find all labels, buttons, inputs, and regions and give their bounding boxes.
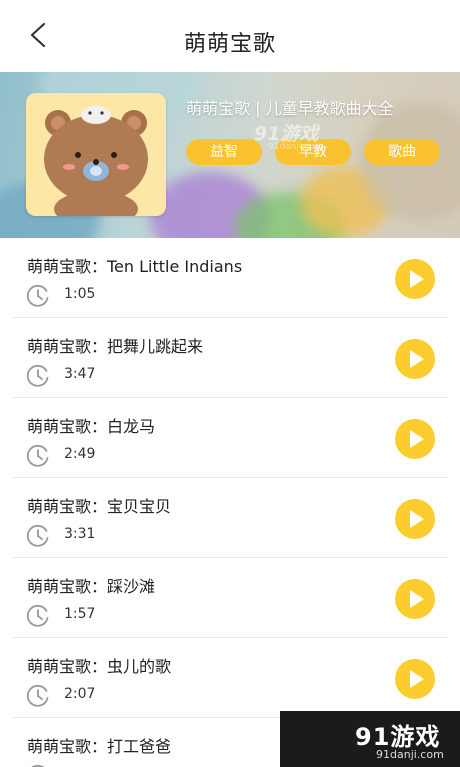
play-icon [410, 510, 424, 528]
play-icon [410, 350, 424, 368]
clock-icon [26, 684, 49, 707]
watermark-site: 91danji.com [268, 142, 324, 152]
play-icon [410, 430, 424, 448]
clock-icon [26, 524, 49, 547]
album-cover[interactable] [26, 93, 166, 216]
song-title: 萌萌宝歌：打工爸爸 [27, 737, 172, 756]
song-title: 萌萌宝歌：宝贝宝贝 [27, 497, 172, 516]
play-icon [410, 670, 424, 688]
page-title: 萌萌宝歌 [183, 32, 276, 57]
clock-icon [26, 364, 49, 387]
song-title: 萌萌宝歌：Ten Little Indians [27, 257, 243, 276]
album-name: 萌萌宝歌 | 儿童早教歌曲大全 [186, 99, 394, 118]
play-button[interactable] [395, 659, 435, 699]
song-duration: 3:31 [64, 526, 96, 542]
play-icon [410, 590, 424, 608]
bear-cover-art [26, 93, 166, 216]
song-duration: 3:47 [64, 366, 96, 382]
tag-button[interactable]: 歌曲 [364, 139, 440, 165]
song-title: 萌萌宝歌：虫儿的歌 [27, 657, 172, 676]
tag-button[interactable]: 益智 [186, 139, 262, 165]
corner-logo: 91游戏 91danji.com [280, 711, 460, 767]
play-button[interactable] [395, 259, 435, 299]
song-duration: 1:05 [64, 286, 96, 302]
list-item[interactable]: 萌萌宝歌：白龙马 2:49 [0, 398, 460, 478]
clock-icon [26, 604, 49, 627]
song-duration: 2:07 [64, 686, 96, 702]
song-title: 萌萌宝歌：白龙马 [27, 417, 156, 436]
album-banner: 萌萌宝歌 | 儿童早教歌曲大全 益智 早教 歌曲 91游戏 91danji.co… [0, 72, 460, 238]
corner-site: 91danji.com [376, 748, 444, 761]
list-item[interactable]: 萌萌宝歌：Ten Little Indians 1:05 [0, 238, 460, 318]
song-list: 萌萌宝歌：Ten Little Indians 1:05 萌萌宝歌：把舞儿跳起来… [0, 238, 460, 767]
play-button[interactable] [395, 339, 435, 379]
play-button[interactable] [395, 579, 435, 619]
song-duration: 1:57 [64, 606, 96, 622]
list-item[interactable]: 萌萌宝歌：把舞儿跳起来 3:47 [0, 318, 460, 398]
list-item[interactable]: 萌萌宝歌：宝贝宝贝 3:31 [0, 478, 460, 558]
play-icon [410, 270, 424, 288]
list-item[interactable]: 萌萌宝歌：踩沙滩 1:57 [0, 558, 460, 638]
play-button[interactable] [395, 419, 435, 459]
clock-icon [26, 444, 49, 467]
song-title: 萌萌宝歌：把舞儿跳起来 [27, 337, 204, 356]
nav-bar: 萌萌宝歌 [0, 0, 460, 72]
corner-brand: 91游戏 [355, 723, 441, 751]
list-item[interactable]: 萌萌宝歌：虫儿的歌 2:07 [0, 638, 460, 718]
song-title: 萌萌宝歌：踩沙滩 [27, 577, 156, 596]
song-duration: 2:49 [64, 446, 96, 462]
play-button[interactable] [395, 499, 435, 539]
clock-icon [26, 284, 49, 307]
